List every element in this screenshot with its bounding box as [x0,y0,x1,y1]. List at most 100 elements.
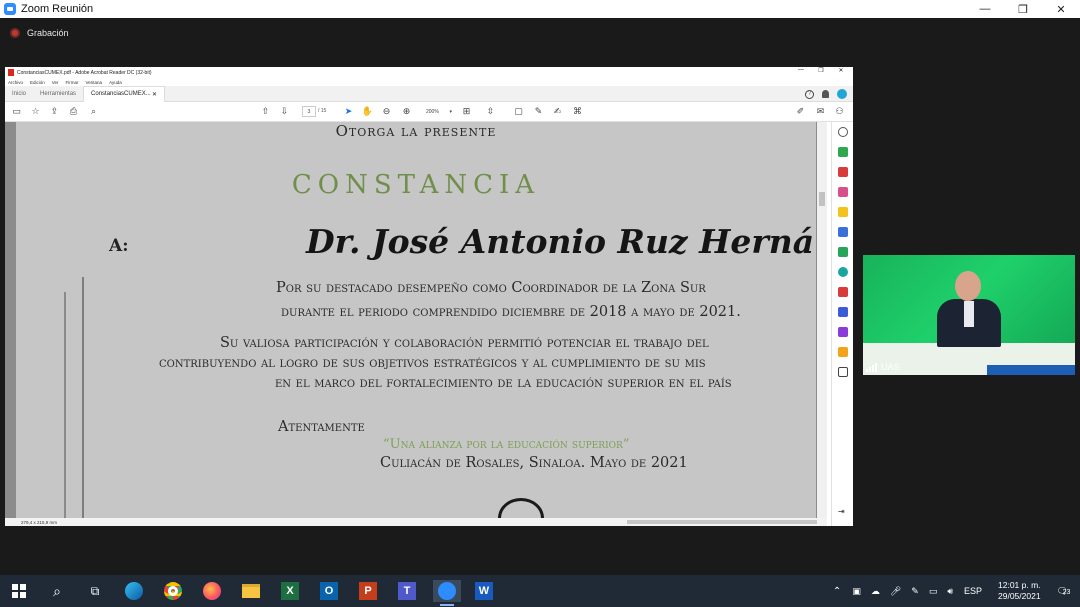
zoom-search-icon[interactable] [838,127,848,137]
hand-tool-icon[interactable]: ✋ [362,106,373,117]
protect-icon[interactable] [838,307,848,317]
doc-line-1: Por su destacado desempeño como Coordina… [276,280,706,296]
tab-inicio[interactable]: Inicio [5,86,33,102]
acrobat-tools-pane: ⇥ [831,122,853,526]
menu-archivo[interactable]: Archivo [8,80,23,85]
acrobat-status-bar: 279,4 x 215,9 mm [5,518,827,526]
export-pdf-icon[interactable] [838,147,848,157]
page-down-icon[interactable]: ⇩ [279,106,290,117]
select-cursor-icon[interactable]: ➤ [343,106,354,117]
menu-edicion[interactable]: Edición [30,80,45,85]
comment-tool-icon[interactable] [838,207,848,217]
pen-tray-icon[interactable]: ✎ [911,586,919,597]
powerpoint-icon[interactable]: P [357,580,379,602]
network-icon[interactable]: ▭ [929,586,938,597]
tab-close-icon[interactable]: ✕ [152,91,157,98]
tag-icon[interactable]: ⌘ [572,106,583,117]
page-size-label: 279,4 x 215,9 mm [21,519,58,525]
firefox-icon[interactable] [201,580,223,602]
account-icon[interactable] [837,89,847,99]
language-indicator[interactable]: ESP [964,586,982,596]
doc-line-2: durante el periodo comprendido diciembre… [281,304,741,320]
more-tools-icon[interactable] [838,367,848,377]
fill-sign-tool-icon[interactable] [838,287,848,297]
scan-icon[interactable] [838,267,848,277]
vertical-scrollbar[interactable] [817,122,827,518]
organize-pages-icon[interactable] [838,167,848,177]
zoom-titlebar: Zoom Reunión — ❐ ✕ [0,0,1080,18]
share-user-icon[interactable]: ⚇ [834,106,845,117]
recording-indicator[interactable]: Grabación [10,28,69,38]
bookmark-star-icon[interactable]: ☆ [30,106,41,117]
print-icon[interactable]: ⎙ [68,106,79,117]
doc-line-4: contribuyendo al logro de sus objetivos … [159,355,706,371]
fill-sign-icon[interactable]: ✐ [795,106,806,117]
acrobat-close-button[interactable]: ✕ [831,67,851,74]
create-pdf-icon[interactable] [838,187,848,197]
minimize-button[interactable]: — [966,0,1004,18]
doc-constancia-title: CONSTANCIA [291,170,541,200]
upload-icon[interactable]: ⇪ [49,106,60,117]
doc-recipient-name: Dr. José Antonio Ruz Hernández [306,222,816,261]
zoom-logo-icon [4,3,16,15]
chrome-icon[interactable] [162,580,184,602]
doc-atentamente: Atentamente [278,419,365,435]
doc-recipient-prefix: A: [109,236,129,256]
sign-icon[interactable]: ✍ [552,106,563,117]
participant-name: UAS [881,362,900,372]
send-review-icon[interactable] [838,347,848,357]
combine-files-icon[interactable] [838,227,848,237]
task-view-icon[interactable]: ⧉ [84,580,106,602]
zoom-out-icon[interactable]: ⊖ [381,106,392,117]
close-button[interactable]: ✕ [1042,0,1080,18]
menu-ver[interactable]: Ver [52,80,59,85]
windows-start-icon[interactable] [8,580,30,602]
help-icon[interactable]: ? [805,89,814,99]
onedrive-icon[interactable]: ☁ [871,586,880,597]
participant-video[interactable]: UAS [863,255,1075,375]
document-viewport[interactable]: Otorga la presente CONSTANCIA A: Dr. Jos… [5,122,827,518]
zoom-in-icon[interactable]: ⊕ [401,106,412,117]
acrobat-restore-button[interactable]: ❐ [811,67,831,74]
volume-icon[interactable]: 🔊︎ [947,586,953,597]
edit-pdf-icon[interactable] [838,247,848,257]
sign-tool-icon[interactable] [838,327,848,337]
pen-icon[interactable]: ✎ [533,106,544,117]
fit-page-icon[interactable]: ⊞ [461,106,472,117]
microphone-icon[interactable]: 🎤︎ [890,586,901,597]
decorative-line [82,277,84,518]
search-icon[interactable]: ⌕ [88,106,99,117]
scroll-mode-icon[interactable]: ⇳ [485,106,496,117]
menu-ayuda[interactable]: Ayuda [109,80,122,85]
chevron-up-icon[interactable]: ⌃ [833,586,841,597]
edge-icon[interactable] [123,580,145,602]
zoom-taskbar-icon[interactable] [433,580,461,606]
mail-icon[interactable]: ✉ [815,106,826,117]
page-up-icon[interactable]: ⇧ [260,106,271,117]
page-number-input[interactable]: 3 [302,106,316,117]
restore-button[interactable]: ❐ [1004,0,1042,18]
menu-firmar[interactable]: Firmar [66,80,79,85]
tab-herramientas[interactable]: Herramientas [33,86,83,102]
outlook-icon[interactable]: O [318,580,340,602]
clock[interactable]: 12:01 p. m. 29/05/2021 [998,580,1041,602]
save-icon[interactable]: ▭ [11,106,22,117]
horizontal-scroll-thumb[interactable] [627,520,817,524]
tab-document[interactable]: ConstanciasCUMEX... ✕ [83,85,166,102]
bell-icon[interactable] [822,90,829,98]
search-taskbar-icon[interactable]: ⌕ [46,580,68,602]
zoom-level-select[interactable]: 200% ▾ [424,106,454,117]
excel-icon[interactable]: X [279,580,301,602]
recording-label: Grabación [27,28,69,38]
file-explorer-icon[interactable] [240,580,262,602]
acrobat-minimize-button[interactable]: — [791,67,811,74]
collapse-pane-icon[interactable]: ⇥ [838,507,848,517]
teams-icon[interactable]: T [396,580,418,602]
comment-icon[interactable]: ▢ [513,106,524,117]
signal-bars-icon [866,363,877,372]
vertical-scroll-thumb[interactable] [819,192,825,206]
meet-now-icon[interactable]: ▣ [852,586,861,597]
word-icon[interactable]: W [473,580,495,602]
menu-ventana[interactable]: Ventana [86,80,103,85]
notifications-icon[interactable]: 🗨︎ 23 [1057,586,1071,597]
